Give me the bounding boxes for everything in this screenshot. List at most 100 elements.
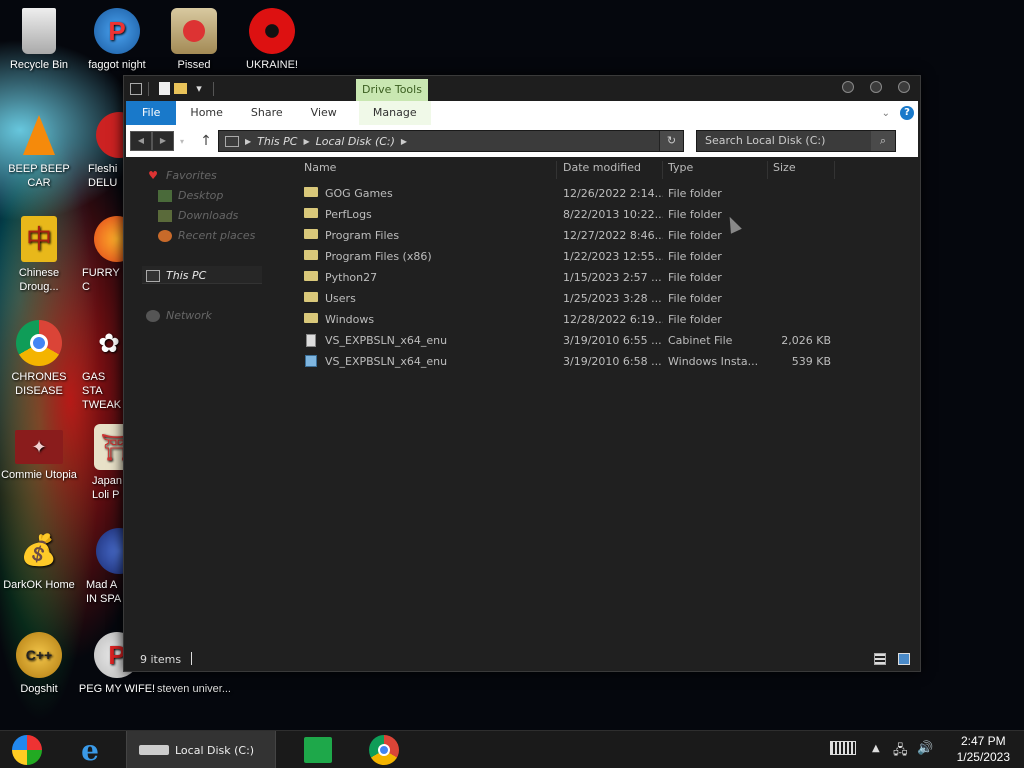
column-header-size[interactable]: Size (773, 161, 796, 177)
taskbar: e Local Disk (C:) ▲ 🖧 🔊 2:47 PM 1/25/202… (0, 730, 1024, 768)
file-type: File folder (668, 208, 722, 221)
column-header-name[interactable]: Name (304, 161, 336, 177)
nav-item-favorites[interactable]: ♥ Favorites (146, 169, 217, 182)
folder-icon (304, 250, 318, 260)
search-icon[interactable]: ⌕ (871, 131, 896, 151)
large-icons-view-icon[interactable] (898, 653, 910, 665)
table-row[interactable]: VS_EXPBSLN_x64_enu 3/19/2010 6:55 ... Cabi… (304, 330, 844, 351)
desktop-icon-label: Commie Utopia (1, 469, 77, 481)
desktop-icon-label: PEG MY WIFE! (78, 683, 156, 695)
money-bag-icon: 💰 (20, 534, 58, 567)
column-divider[interactable] (834, 161, 835, 179)
desktop-icon-mad-a[interactable]: Mad A IN SPA (78, 528, 124, 606)
network-icon[interactable]: 🖧 (893, 741, 908, 763)
file-name: Python27 (325, 271, 378, 284)
desktop-icon-japan-loli[interactable]: ⛩ Japan Loli P (78, 424, 124, 502)
clock[interactable]: 2:47 PM 1/25/2023 (957, 733, 1010, 765)
file-date: 12/27/2022 8:46... (563, 229, 663, 242)
nav-item-downloads[interactable]: Downloads (158, 209, 238, 222)
nav-item-network[interactable]: Network (146, 309, 212, 322)
seasons-bird-icon (171, 8, 217, 54)
desktop-icon-recycle-bin[interactable]: Recycle Bin (0, 8, 78, 72)
desktop-icon-label: Pissed (177, 59, 211, 71)
qat-dropdown-icon[interactable]: ▾ (191, 81, 207, 97)
minimize-button[interactable] (842, 81, 854, 93)
properties-icon[interactable] (159, 82, 170, 95)
navigation-pane: ♥ Favorites Desktop Downloads Recent pla… (124, 161, 284, 641)
maximize-button[interactable] (870, 81, 882, 93)
breadcrumb-arrow-icon[interactable]: ▶ (245, 137, 251, 146)
taskbar-chrome[interactable] (362, 731, 406, 768)
keyboard-icon[interactable] (830, 741, 856, 759)
file-date: 3/19/2010 6:58 ... (563, 355, 662, 368)
desktop-icon-pissed[interactable]: Pissed (155, 8, 233, 72)
taskbar-local-disk[interactable]: Local Disk (C:) (126, 731, 276, 768)
up-arrow-icon[interactable]: ↑ (198, 133, 214, 149)
nav-item-this-pc[interactable]: This PC (146, 269, 206, 282)
table-row[interactable]: VS_EXPBSLN_x64_enu 3/19/2010 6:58 ... Wind… (304, 351, 844, 372)
desktop-icon-gas-sta[interactable]: ✿ GAS STA TWEAK (78, 320, 124, 412)
tab-file[interactable]: File (126, 101, 177, 125)
desktop-icon-fleshi[interactable]: Fleshi DELU (78, 112, 124, 190)
desktop-icon-commie-utopia[interactable]: ✦ Commie Utopia (0, 424, 78, 482)
table-row[interactable]: Windows 12/28/2022 6:19... File folder (304, 309, 844, 330)
nav-item-recent-places[interactable]: Recent places (158, 229, 255, 242)
tab-manage[interactable]: Manage (358, 101, 431, 125)
folder-icon (304, 229, 318, 239)
table-row[interactable]: Users 1/25/2023 3:28 ... File folder (304, 288, 844, 309)
back-button[interactable]: ◀ (130, 131, 152, 151)
column-divider[interactable] (662, 161, 663, 179)
desktop-icon-furry[interactable]: FURRY C (78, 216, 124, 294)
qat-separator (148, 81, 149, 96)
table-row[interactable]: Program Files (x86) 1/22/2023 12:55... Fil… (304, 246, 844, 267)
table-row[interactable]: Python27 1/15/2023 2:57 ... File folder (304, 267, 844, 288)
details-view-icon[interactable] (874, 653, 886, 665)
forward-button[interactable]: ▶ (152, 131, 174, 151)
desktop-icon-chinese-droug[interactable]: 中 Chinese Droug... (0, 216, 78, 294)
desktop-icon-faggot-night[interactable]: P faggot night (78, 8, 156, 72)
address-bar[interactable]: ▶ This PC ▶ Local Disk (C:) ▶ ↻ (218, 130, 685, 152)
refresh-icon[interactable]: ↻ (659, 131, 684, 151)
taskbar-store[interactable] (296, 731, 340, 768)
file-type: File folder (668, 313, 722, 326)
torii-icon: ⛩ (94, 424, 124, 470)
breadcrumb-arrow-icon[interactable]: ▶ (303, 137, 309, 146)
file-date: 8/22/2013 10:22... (563, 208, 663, 221)
table-row[interactable]: PerfLogs 8/22/2013 10:22... File folder (304, 204, 844, 225)
navigation-bar: ◀ ▶ ▾ ↑ ▶ This PC ▶ Local Disk (C:) ▶ ↻ … (126, 125, 918, 157)
breadcrumb-local-disk[interactable]: Local Disk (C:) (316, 135, 395, 148)
tab-home[interactable]: Home (176, 101, 236, 125)
desktop-icon-darkok-home[interactable]: 💰 DarkOK Home (0, 528, 78, 592)
taskbar-internet-explorer[interactable]: e (68, 731, 112, 768)
volume-icon[interactable]: 🔊 (917, 741, 933, 756)
help-icon[interactable]: ? (900, 106, 914, 120)
column-header-type[interactable]: Type (668, 161, 693, 177)
recent-locations-icon[interactable]: ▾ (180, 137, 184, 146)
search-placeholder: Search Local Disk (C:) (705, 134, 826, 147)
desktop-icon-chrones-disease[interactable]: CHRONES DISEASE (0, 320, 78, 398)
tab-share[interactable]: Share (237, 101, 297, 125)
pc-icon (225, 135, 240, 147)
desktop-icon-beep-beep-car[interactable]: BEEP BEEP CAR (0, 112, 78, 190)
tab-view[interactable]: View (297, 101, 351, 125)
desktop-icon-dogshit[interactable]: C++ Dogshit (0, 632, 78, 696)
start-button[interactable] (6, 731, 48, 768)
breadcrumb-arrow-icon[interactable]: ▶ (401, 137, 407, 146)
close-button[interactable] (898, 81, 910, 93)
desktop-icon-ukraine[interactable]: UKRAINE! (233, 8, 311, 72)
clock-time: 2:47 PM (960, 734, 1006, 748)
column-divider[interactable] (767, 161, 768, 179)
nav-item-desktop[interactable]: Desktop (158, 189, 223, 202)
cpp-icon: C++ (16, 632, 62, 678)
table-row[interactable]: GOG Games 12/26/2022 2:14... File folder (304, 183, 844, 204)
expand-ribbon-icon[interactable]: ⌄ (882, 108, 890, 119)
column-divider[interactable] (556, 161, 557, 179)
new-folder-icon[interactable] (174, 83, 187, 94)
desktop-icon-label: faggot night (88, 59, 146, 71)
breadcrumb-this-pc[interactable]: This PC (257, 135, 297, 148)
show-hidden-icons-icon[interactable]: ▲ (872, 743, 880, 754)
system-menu-icon[interactable] (130, 82, 142, 95)
table-row[interactable]: Program Files 12/27/2022 8:46... File fold… (304, 225, 844, 246)
column-header-date-modified[interactable]: Date modified (563, 161, 641, 177)
search-input[interactable]: Search Local Disk (C:) ⌕ (696, 130, 897, 152)
